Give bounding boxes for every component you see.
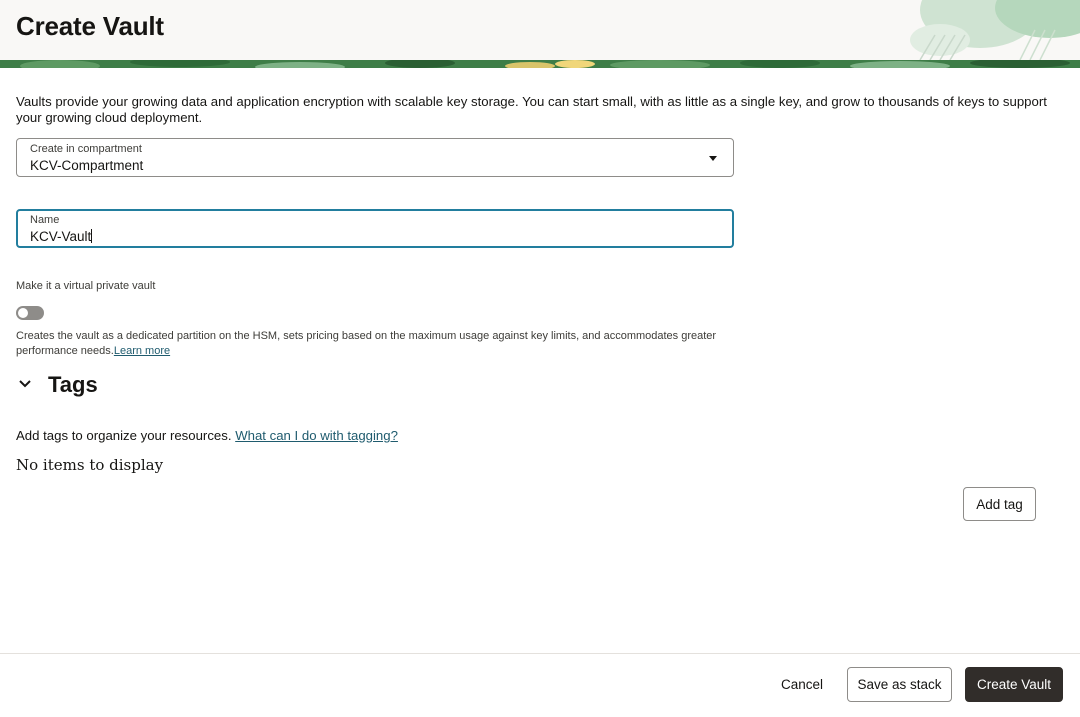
save-as-stack-button[interactable]: Save as stack: [847, 667, 952, 702]
add-tag-button[interactable]: Add tag: [963, 487, 1036, 521]
chevron-down-icon[interactable]: [19, 380, 31, 388]
tags-intro: Add tags to organize your resources. Wha…: [16, 428, 398, 443]
tags-intro-text: Add tags to organize your resources.: [16, 428, 232, 443]
banner-pattern: [0, 60, 1080, 68]
tags-heading: Tags: [48, 372, 98, 397]
chevron-down-icon[interactable]: [709, 156, 717, 161]
header-banner: [0, 60, 1080, 68]
tagging-help-link[interactable]: What can I do with tagging?: [235, 428, 398, 443]
tags-empty-message: No items to display: [16, 456, 164, 474]
name-input-text: KCV-Vault: [30, 229, 92, 244]
compartment-value: KCV-Compartment: [30, 158, 144, 173]
text-caret: [91, 229, 93, 243]
name-field[interactable]: Name KCV-Vault: [16, 209, 734, 248]
virtual-private-vault-label: Make it a virtual private vault: [16, 280, 156, 292]
virtual-private-vault-help: Creates the vault as a dedicated partiti…: [16, 329, 736, 359]
footer-divider: [0, 653, 1080, 654]
toggle-knob: [18, 308, 28, 318]
learn-more-link[interactable]: Learn more: [114, 345, 170, 357]
virtual-private-vault-toggle[interactable]: [16, 306, 44, 320]
name-label: Name: [30, 214, 60, 226]
compartment-label: Create in compartment: [30, 143, 142, 155]
page-header: Create Vault: [0, 0, 1080, 60]
cancel-button[interactable]: Cancel: [772, 667, 832, 702]
decorative-leaf-art: [910, 0, 1080, 60]
compartment-select[interactable]: Create in compartment KCV-Compartment: [16, 138, 734, 177]
intro-text: Vaults provide your growing data and app…: [16, 94, 1047, 125]
create-vault-button[interactable]: Create Vault: [965, 667, 1063, 702]
page-title: Create Vault: [16, 11, 164, 41]
name-input-value[interactable]: KCV-Vault: [30, 229, 93, 244]
